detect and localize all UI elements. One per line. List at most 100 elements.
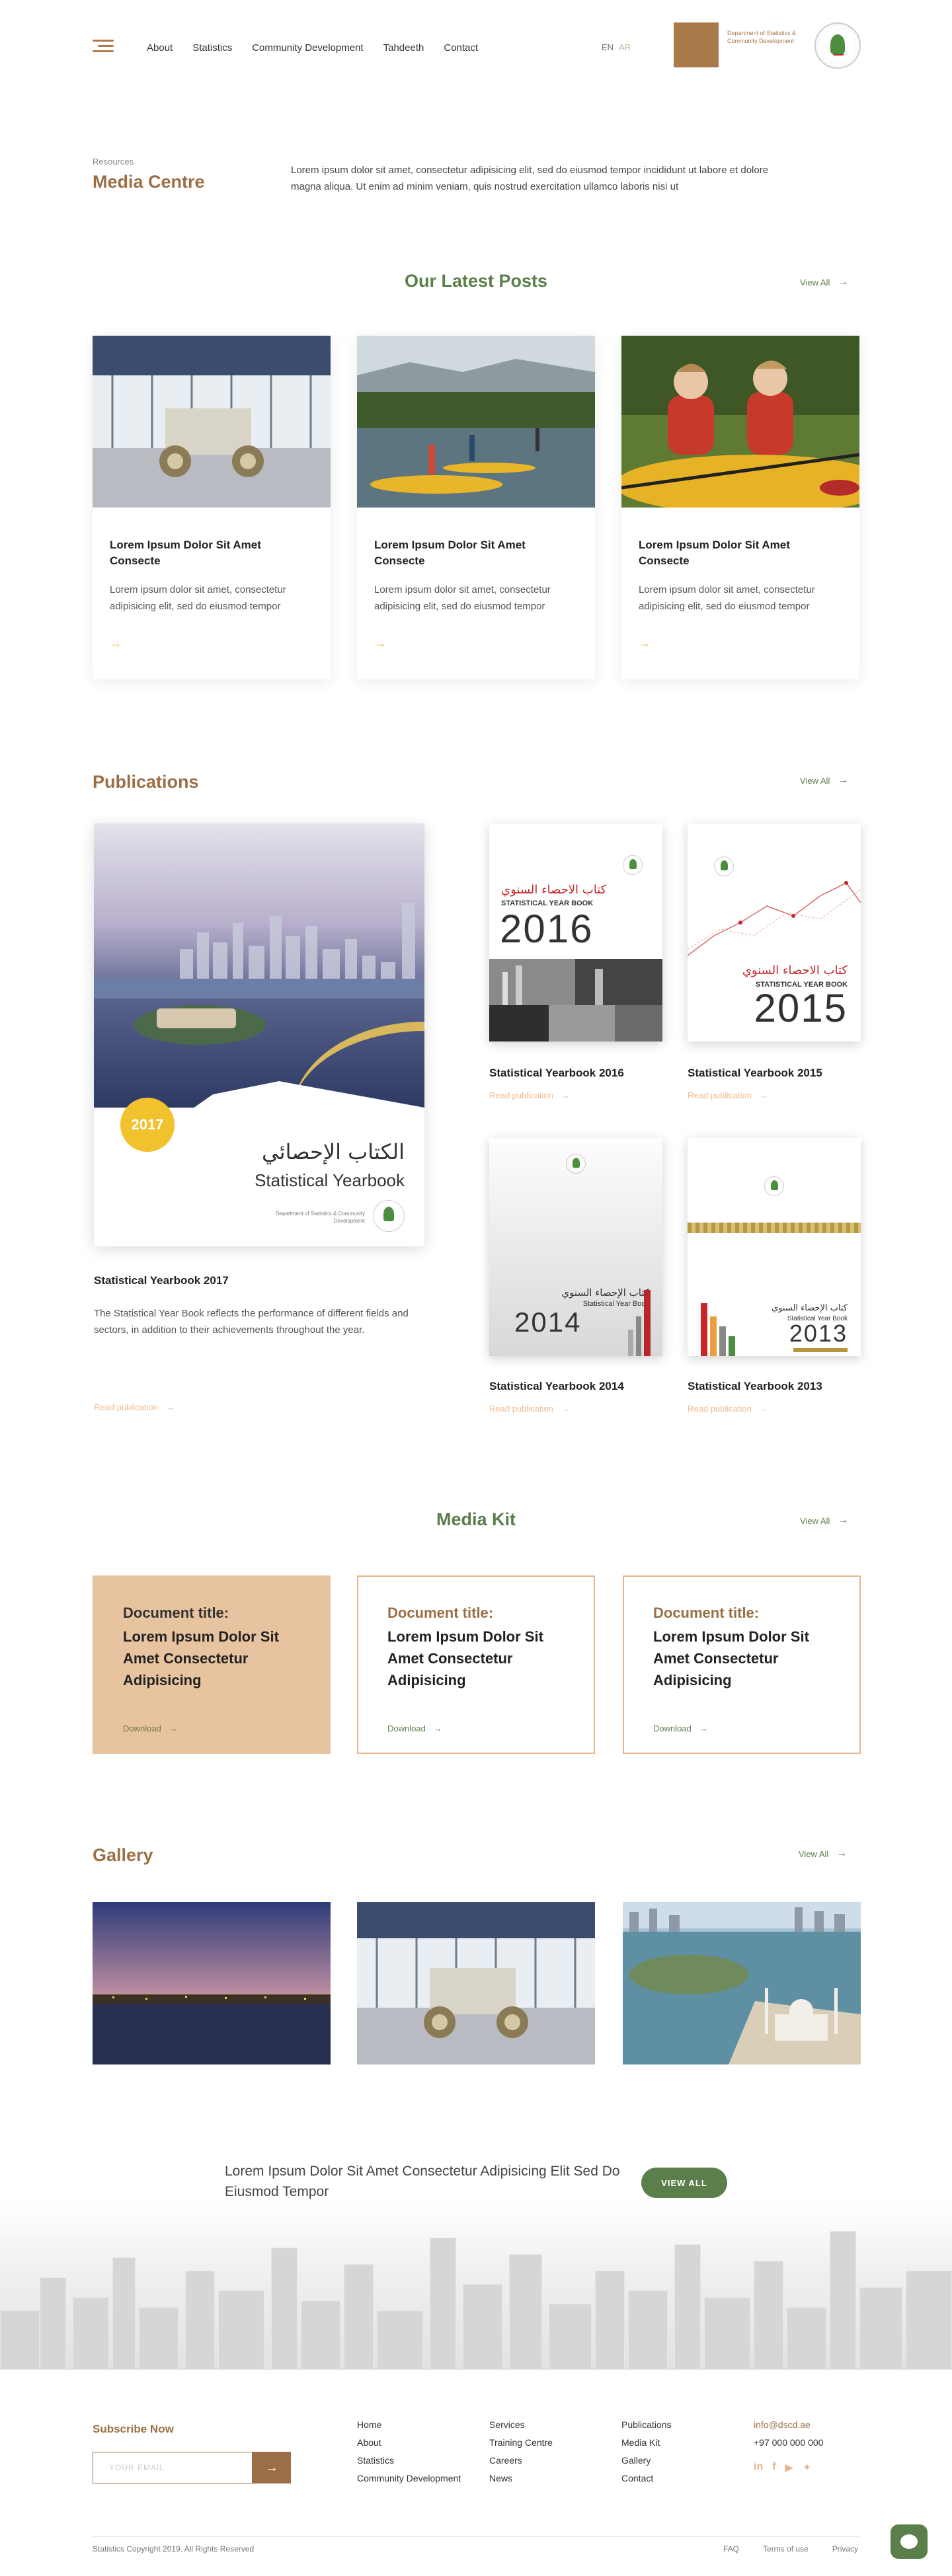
- gallery-image-mosque-lagoon[interactable]: [623, 1902, 861, 2065]
- arrow-right-icon: →: [169, 1724, 178, 1733]
- publication-title[interactable]: Statistical Yearbook 2015: [688, 1067, 822, 1080]
- post-card[interactable]: Lorem Ipsum Dolor Sit Amet Consecte Lore…: [93, 336, 331, 679]
- department-logo-text: Department of Statistics & Community Dev…: [727, 30, 797, 44]
- youtube-icon[interactable]: ▶: [785, 2461, 793, 2474]
- document-name: Lorem Ipsum Dolor Sit Amet Consectetur A…: [653, 1628, 809, 1688]
- subscribe-email-input[interactable]: YOUR EMAIL: [93, 2452, 253, 2483]
- arrow-right-icon[interactable]: →: [110, 636, 122, 650]
- post-excerpt: Lorem ipsum dolor sit amet, consectetur …: [639, 584, 815, 612]
- footer-link-terms[interactable]: Terms of use: [763, 2544, 809, 2554]
- footer-link-community-development[interactable]: Community Development: [357, 2470, 461, 2487]
- read-publication-link[interactable]: Read publication →: [688, 1090, 768, 1100]
- footer-link-contact[interactable]: Contact: [621, 2470, 672, 2487]
- publication-cover-2015[interactable]: كتاب الاحصاء السنوي STATISTICAL YEAR BOO…: [688, 823, 861, 1042]
- publication-cover-2016[interactable]: كتاب الاحصاء السنوي STATISTICAL YEAR BOO…: [489, 823, 662, 1042]
- read-publication-link[interactable]: Read publication →: [94, 1402, 175, 1412]
- footer-link-home[interactable]: Home: [357, 2416, 461, 2434]
- lang-ar[interactable]: AR: [619, 42, 631, 52]
- footer-link-faq[interactable]: FAQ: [723, 2544, 739, 2554]
- cta-view-all-button[interactable]: VIEW ALL: [641, 2168, 727, 2198]
- read-publication-link[interactable]: Read publication →: [489, 1404, 570, 1414]
- cover-ornament-band: [688, 1223, 861, 1233]
- arrow-right-icon: →: [433, 1724, 442, 1733]
- gallery-view-all-link[interactable]: View All →: [799, 1848, 847, 1860]
- post-card[interactable]: Lorem Ipsum Dolor Sit Amet Consecte Lore…: [615, 336, 892, 679]
- arrow-right-icon[interactable]: →: [639, 636, 651, 650]
- copyright-text: Statistics Copyright 2019. All Rights Re…: [93, 2544, 255, 2554]
- featured-publication-cover[interactable]: 2017 الكتاب الإحصائي Statistical Yearboo…: [94, 823, 424, 1246]
- twitter-icon[interactable]: ✦: [803, 2461, 811, 2474]
- linkedin-icon[interactable]: in: [754, 2461, 763, 2474]
- footer-email[interactable]: info@dscd.ae: [754, 2416, 824, 2434]
- footer-link-publications[interactable]: Publications: [621, 2416, 672, 2434]
- publications-section-title: Publications: [93, 772, 199, 792]
- department-logo-mark[interactable]: [674, 22, 719, 67]
- download-link[interactable]: Download →: [123, 1724, 178, 1733]
- post-image-kayaking-mangroves: [357, 336, 595, 508]
- subscribe-title: Subscribe Now: [93, 2423, 174, 2435]
- read-publication-link[interactable]: Read publication →: [688, 1404, 768, 1414]
- cover-seal-logo: [623, 855, 643, 875]
- posts-view-all-link[interactable]: View All →: [800, 276, 848, 288]
- arrow-right-icon: →: [838, 1515, 849, 1526]
- arrow-right-icon: →: [165, 1402, 175, 1412]
- media-kit-card[interactable]: Document title: Lorem Ipsum Dolor Sit Am…: [623, 1575, 861, 1754]
- cover-organisation: Department of Statistics & Community Dev…: [275, 1211, 365, 1224]
- mediakit-view-all-link[interactable]: View All →: [800, 1515, 848, 1527]
- footer-links-col2: Services Training Centre Careers News: [489, 2416, 553, 2487]
- download-link[interactable]: Download →: [653, 1724, 708, 1733]
- nav-contact[interactable]: Contact: [444, 42, 478, 54]
- nav-statistics[interactable]: Statistics: [192, 42, 232, 54]
- publication-cover-2014[interactable]: كتاب الإحصاء السنوي Statistical Year Boo…: [489, 1138, 662, 1356]
- post-title[interactable]: Lorem Ipsum Dolor Sit Amet Consecte: [110, 537, 315, 569]
- download-link[interactable]: Download →: [387, 1724, 442, 1733]
- skyline-illustration: [0, 2218, 952, 2370]
- publication-title[interactable]: Statistical Yearbook 2017: [94, 1274, 229, 1287]
- footer-link-training-centre[interactable]: Training Centre: [489, 2434, 553, 2452]
- gallery-image-lunar-rover[interactable]: [357, 1902, 595, 2065]
- document-name: Lorem Ipsum Dolor Sit Amet Consectetur A…: [123, 1628, 279, 1688]
- footer-link-statistics[interactable]: Statistics: [357, 2452, 461, 2470]
- publications-view-all-link[interactable]: View All →: [800, 775, 848, 786]
- post-card[interactable]: Lorem Ipsum Dolor Sit Amet Consecte Lore…: [357, 336, 595, 679]
- facebook-icon[interactable]: f: [772, 2461, 775, 2474]
- menu-icon[interactable]: [93, 40, 114, 53]
- publication-cover-2013[interactable]: كتاب الإحصاء السنوي Statistical Year Boo…: [688, 1138, 861, 1356]
- read-publication-link[interactable]: Read publication →: [489, 1090, 570, 1100]
- post-image-children-kayak: [615, 336, 892, 514]
- document-label: Document title:: [653, 1605, 760, 1621]
- footer-link-news[interactable]: News: [489, 2470, 553, 2487]
- footer-phone: +97 000 000 000: [754, 2437, 824, 2448]
- gallery-image-waterfront-dusk[interactable]: [93, 1902, 331, 2065]
- arrow-right-icon: →: [836, 1848, 848, 1859]
- cover-seal-logo: [764, 1176, 784, 1196]
- lang-en[interactable]: EN: [602, 42, 614, 52]
- footer-link-careers[interactable]: Careers: [489, 2452, 553, 2470]
- footer-link-privacy[interactable]: Privacy: [832, 2544, 858, 2554]
- post-title[interactable]: Lorem Ipsum Dolor Sit Amet Consecte: [639, 537, 844, 569]
- nav-community-development[interactable]: Community Development: [252, 42, 363, 54]
- footer-link-media-kit[interactable]: Media Kit: [621, 2434, 672, 2452]
- subscribe-submit-button[interactable]: →: [253, 2452, 291, 2483]
- document-label: Document title:: [123, 1605, 229, 1621]
- footer-link-services[interactable]: Services: [489, 2416, 553, 2434]
- publication-title[interactable]: Statistical Yearbook 2016: [489, 1067, 624, 1080]
- nav-tahdeeth[interactable]: Tahdeeth: [383, 42, 424, 54]
- skyline-banner: [0, 2201, 952, 2370]
- chat-bubble-icon: [900, 2534, 918, 2549]
- publication-title[interactable]: Statistical Yearbook 2014: [489, 1380, 624, 1393]
- footer-link-gallery[interactable]: Gallery: [621, 2452, 672, 2470]
- post-title[interactable]: Lorem Ipsum Dolor Sit Amet Consecte: [374, 537, 579, 569]
- nav-about[interactable]: About: [147, 42, 173, 54]
- post-excerpt: Lorem ipsum dolor sit amet, consectetur …: [374, 584, 551, 612]
- breadcrumb[interactable]: Resources: [93, 157, 134, 167]
- arrow-right-icon[interactable]: →: [374, 636, 386, 650]
- chat-button[interactable]: [891, 2524, 928, 2559]
- footer-links-col1: Home About Statistics Community Developm…: [357, 2416, 461, 2487]
- arrow-right-icon: →: [759, 1090, 768, 1100]
- media-kit-card[interactable]: Document title: Lorem Ipsum Dolor Sit Am…: [93, 1575, 331, 1754]
- footer-link-about[interactable]: About: [357, 2434, 461, 2452]
- media-kit-card[interactable]: Document title: Lorem Ipsum Dolor Sit Am…: [357, 1575, 595, 1754]
- publication-title[interactable]: Statistical Yearbook 2013: [688, 1380, 822, 1393]
- post-image-lunar-rover: [93, 336, 331, 508]
